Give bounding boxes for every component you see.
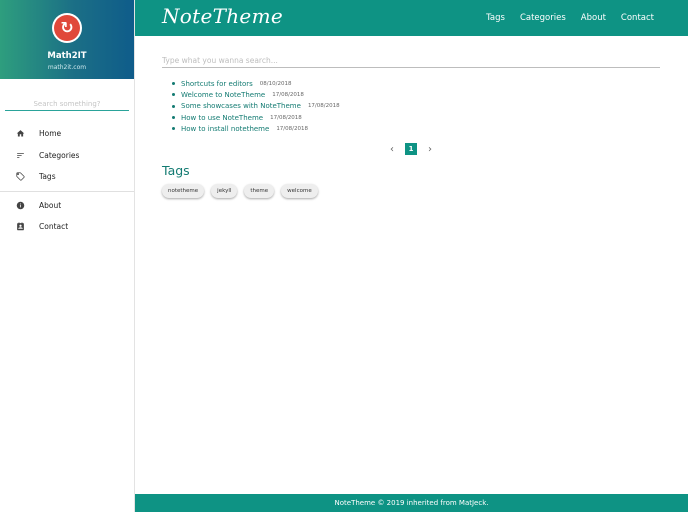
tag-chip-welcome[interactable]: welcome xyxy=(281,184,318,199)
post-link[interactable]: How to install notetheme xyxy=(181,125,269,133)
home-icon xyxy=(15,129,25,139)
top-nav-tags[interactable]: Tags xyxy=(486,13,505,23)
main-search-input[interactable] xyxy=(162,51,660,70)
sidebar-item-label: Home xyxy=(39,129,62,139)
sidebar-divider xyxy=(0,190,134,192)
list-item: How to install notetheme 17/08/2018 xyxy=(172,123,660,134)
top-nav-about[interactable]: About xyxy=(581,13,606,23)
main-search xyxy=(162,48,660,70)
sidebar-item-label: Tags xyxy=(39,172,56,182)
tags-heading: Tags xyxy=(162,163,190,179)
page-1-button[interactable]: 1 xyxy=(405,143,417,156)
chevron-left-icon[interactable]: ‹ xyxy=(385,144,399,155)
tag-chip-theme[interactable]: theme xyxy=(244,184,275,199)
sidebar-item-label: About xyxy=(39,200,62,210)
tag-chip-jekyll[interactable]: jekyll xyxy=(211,184,238,199)
post-date: 17/08/2018 xyxy=(272,91,304,98)
sidebar-search xyxy=(5,91,129,113)
sidebar-item-about[interactable]: About xyxy=(0,195,134,217)
sidebar-item-home[interactable]: Home xyxy=(0,123,134,145)
sidebar-header: ↻ Math2IT math2it.com xyxy=(0,0,134,79)
post-link[interactable]: How to use NoteTheme xyxy=(181,114,263,122)
pagination: ‹ 1 › xyxy=(162,142,660,156)
post-list: Shortcuts for editors 08/10/2018 Welcome… xyxy=(162,78,660,134)
chevron-right-icon[interactable]: › xyxy=(423,144,437,155)
sidebar: ↻ Math2IT math2it.com Home Categories Ta… xyxy=(0,0,135,512)
site-url[interactable]: math2it.com xyxy=(0,64,134,71)
sidebar-search-input[interactable] xyxy=(5,95,129,113)
bullet xyxy=(172,116,175,120)
contact-icon xyxy=(15,222,25,232)
sidebar-item-categories[interactable]: Categories xyxy=(0,145,134,167)
site-name[interactable]: Math2IT xyxy=(0,51,134,61)
bullet xyxy=(172,104,175,108)
tag-icon xyxy=(15,172,25,182)
bullet xyxy=(172,93,175,97)
footer: NoteTheme © 2019 inherited from MatJeck. xyxy=(135,494,688,512)
top-nav-categories[interactable]: Categories xyxy=(520,13,566,23)
list-item: Welcome to NoteTheme 17/08/2018 xyxy=(172,89,660,100)
list-item: Shortcuts for editors 08/10/2018 xyxy=(172,78,660,89)
sidebar-item-label: Categories xyxy=(39,150,80,160)
main-content: Shortcuts for editors 08/10/2018 Welcome… xyxy=(162,36,660,199)
post-link[interactable]: Some showcases with NoteTheme xyxy=(181,102,301,110)
logo-icon: ↻ xyxy=(60,18,74,37)
top-nav-contact[interactable]: Contact xyxy=(621,13,654,23)
brand-logo[interactable]: NoteTheme xyxy=(162,4,283,28)
post-date: 17/08/2018 xyxy=(276,125,309,132)
top-nav: Tags Categories About Contact xyxy=(471,0,654,36)
tag-chip-notetheme[interactable]: notetheme xyxy=(162,184,205,199)
info-icon xyxy=(15,200,25,210)
tag-list: notetheme jekyll theme welcome xyxy=(162,184,660,199)
sidebar-nav: Home Categories Tags About Contact xyxy=(0,123,134,238)
bullet xyxy=(172,127,175,131)
sort-icon xyxy=(15,150,25,160)
list-item: How to use NoteTheme 17/08/2018 xyxy=(172,112,660,123)
sidebar-item-contact[interactable]: Contact xyxy=(0,216,134,238)
avatar[interactable]: ↻ xyxy=(52,13,82,43)
sidebar-item-label: Contact xyxy=(39,222,69,232)
list-item: Some showcases with NoteTheme 17/08/2018 xyxy=(172,101,660,112)
post-link[interactable]: Welcome to NoteTheme xyxy=(181,91,265,99)
top-bar: NoteTheme Tags Categories About Contact xyxy=(135,0,688,36)
bullet xyxy=(172,82,175,86)
post-link[interactable]: Shortcuts for editors xyxy=(181,80,253,88)
post-date: 17/08/2018 xyxy=(307,103,340,110)
sidebar-item-tags[interactable]: Tags xyxy=(0,166,134,188)
post-date: 08/10/2018 xyxy=(259,80,292,87)
post-date: 17/08/2018 xyxy=(270,114,302,121)
